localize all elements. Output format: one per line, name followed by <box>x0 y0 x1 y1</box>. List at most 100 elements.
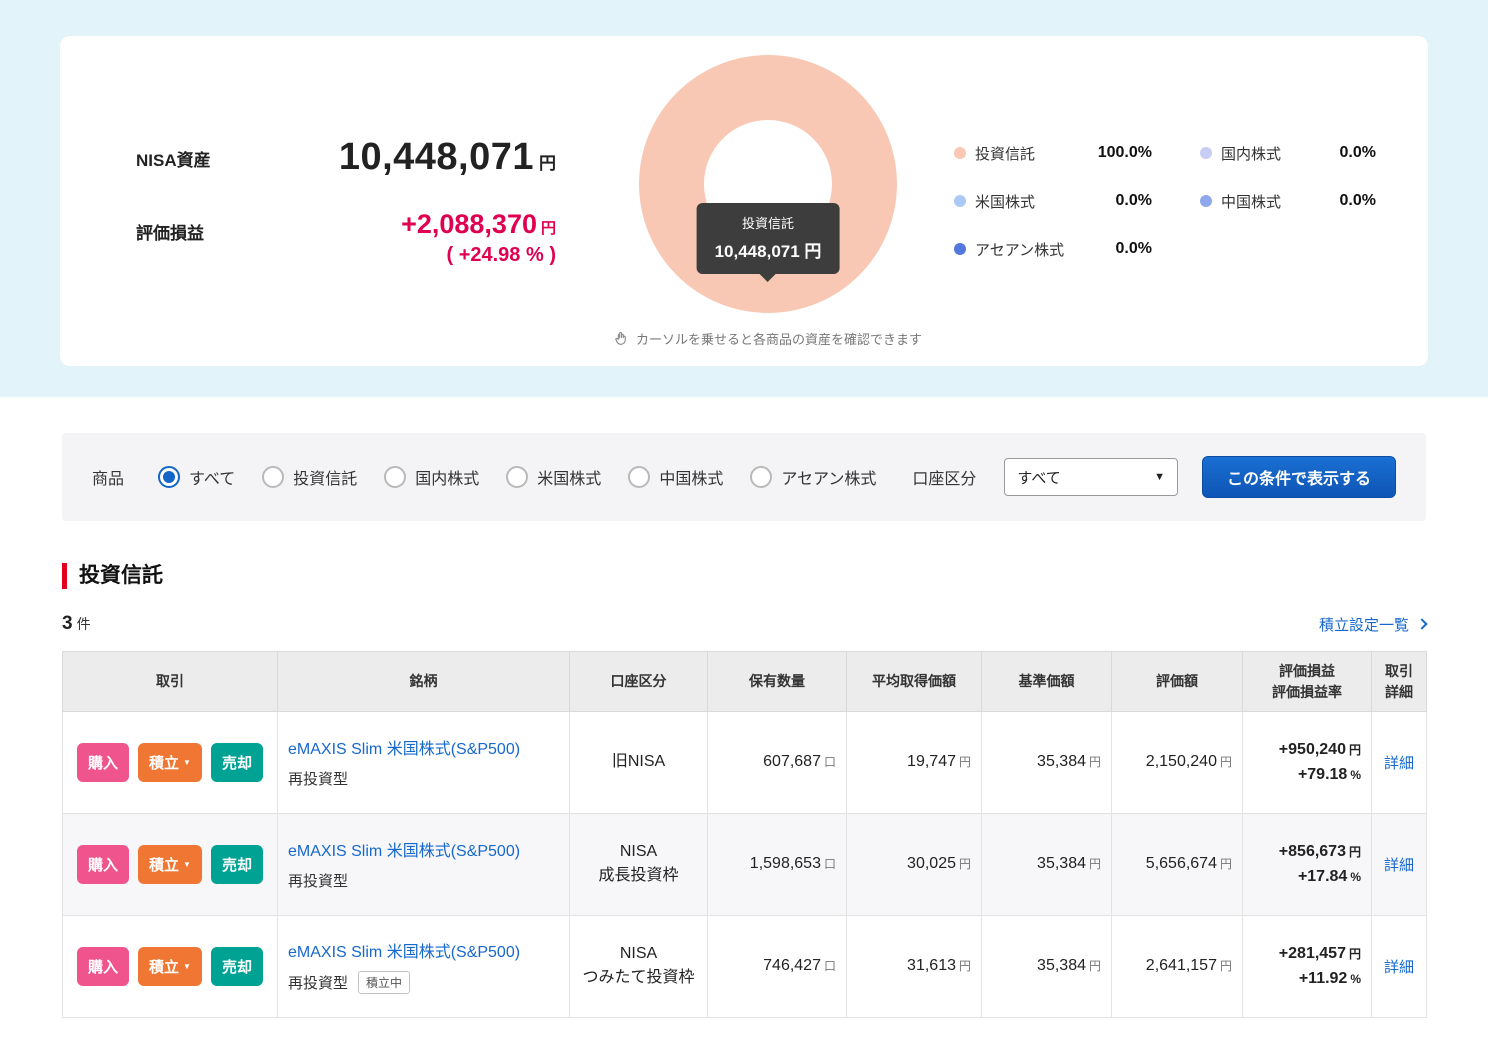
legend-value: 0.0% <box>1116 240 1152 258</box>
avg-price-value: 31,613 <box>907 957 956 974</box>
fund-name-cell: eMAXIS Slim 米国株式(S&P500) 再投資型 <box>278 813 570 915</box>
pl-cell: +950,240円 +79.18% <box>1243 711 1372 813</box>
radio-icon <box>750 466 772 488</box>
valuation-cell: 2,641,157円 <box>1112 915 1243 1017</box>
buy-button[interactable]: 購入 <box>77 743 129 782</box>
fund-table: 取引 銘柄 口座区分 保有数量 平均取得価額 基準価額 評価額 評価損益 評価損… <box>62 651 1427 1018</box>
valuation-unit: 円 <box>1220 857 1232 871</box>
section-title: 投資信託 <box>62 563 1426 589</box>
avg-price-cell: 30,025円 <box>847 813 982 915</box>
radio-icon <box>158 466 180 488</box>
nav-unit: 円 <box>1089 857 1101 871</box>
accumulate-button-label: 積立 <box>149 956 179 977</box>
radio-icon <box>262 466 284 488</box>
chart-legend: 投資信託 100.0% 国内株式 0.0% 米国株式 0.0% 中国株式 0.0… <box>954 143 1376 260</box>
actions-cell: 購入 積立 ▼ 売却 <box>63 813 278 915</box>
nav-value: 35,384 <box>1037 753 1086 770</box>
donut-chart[interactable]: 投資信託 10,448,071 円 <box>639 55 897 313</box>
asset-amount: 10,448,071 <box>339 136 534 178</box>
pl-yen-unit: 円 <box>1349 845 1361 859</box>
account-type-cell: 旧NISA <box>570 711 708 813</box>
detail-link[interactable]: 詳細 <box>1384 857 1414 874</box>
pl-rate-value: +17.84 <box>1298 868 1347 885</box>
asset-summary: NISA資産 10,448,071円 評価損益 +2,088,370円 ( +2… <box>136 136 556 267</box>
radio-label: アセアン株式 <box>781 465 876 489</box>
valuation-value: 2,641,157 <box>1146 957 1217 974</box>
avg-price-value: 30,025 <box>907 855 956 872</box>
sell-button[interactable]: 売却 <box>211 947 263 986</box>
header-quantity: 保有数量 <box>708 652 847 712</box>
detail-link[interactable]: 詳細 <box>1384 959 1414 976</box>
product-radio-option[interactable]: 国内株式 <box>384 465 479 489</box>
caret-down-icon: ▼ <box>183 860 191 869</box>
pl-cell: +281,457円 +11.92% <box>1243 915 1372 1017</box>
result-count-unit: 件 <box>77 614 91 634</box>
buy-button[interactable]: 購入 <box>77 845 129 884</box>
buy-button[interactable]: 購入 <box>77 947 129 986</box>
fund-name-cell: eMAXIS Slim 米国株式(S&P500) 再投資型 積立中 <box>278 915 570 1017</box>
legend-label: 米国株式 <box>975 191 1035 212</box>
legend-dot-icon <box>1200 195 1212 207</box>
quantity-cell: 607,687口 <box>708 711 847 813</box>
fund-name-link[interactable]: eMAXIS Slim 米国株式(S&P500) <box>288 741 520 758</box>
sell-button[interactable]: 売却 <box>211 845 263 884</box>
quantity-unit: 口 <box>824 755 836 769</box>
radio-label: 国内株式 <box>415 465 479 489</box>
caret-down-icon: ▼ <box>183 758 191 767</box>
radio-icon <box>384 466 406 488</box>
accumulation-settings-label: 積立設定一覧 <box>1319 614 1409 635</box>
fund-name-link[interactable]: eMAXIS Slim 米国株式(S&P500) <box>288 843 520 860</box>
apply-filter-button[interactable]: この条件で表示する <box>1202 456 1396 498</box>
quantity-unit: 口 <box>824 857 836 871</box>
quantity-value: 1,598,653 <box>750 855 821 872</box>
asset-value: 10,448,071円 <box>247 136 556 179</box>
sell-button[interactable]: 売却 <box>211 743 263 782</box>
pl-rate-value: +79.18 <box>1298 766 1347 783</box>
accumulate-button[interactable]: 積立 ▼ <box>138 845 202 884</box>
pl-value: +950,240 <box>1279 741 1346 758</box>
accumulation-settings-link[interactable]: 積立設定一覧 <box>1319 614 1426 635</box>
accumulate-button[interactable]: 積立 ▼ <box>138 947 202 986</box>
fund-name-link[interactable]: eMAXIS Slim 米国株式(S&P500) <box>288 944 520 961</box>
product-radio-option[interactable]: 投資信託 <box>262 465 357 489</box>
legend-item: 国内株式 0.0% <box>1200 143 1376 164</box>
pl-percent-unit: % <box>1350 768 1361 782</box>
accumulate-button[interactable]: 積立 ▼ <box>138 743 202 782</box>
product-radio-option[interactable]: 米国株式 <box>506 465 601 489</box>
valuation-unit: 円 <box>1220 755 1232 769</box>
pl-percent-unit: % <box>1350 972 1361 986</box>
product-radio-option[interactable]: アセアン株式 <box>750 465 876 489</box>
legend-item: 中国株式 0.0% <box>1200 191 1376 212</box>
detail-cell: 詳細 <box>1372 813 1427 915</box>
legend-value: 0.0% <box>1340 144 1376 162</box>
tooltip-label: 投資信託 <box>715 213 822 232</box>
header-fund-name: 銘柄 <box>278 652 570 712</box>
pl-rate-value: +11.92 <box>1299 970 1348 987</box>
product-radio-option[interactable]: すべて <box>158 465 235 489</box>
account-type-cell: NISA 成長投資枠 <box>570 813 708 915</box>
quantity-cell: 746,427口 <box>708 915 847 1017</box>
account-type-select[interactable]: すべて ▼ <box>1004 458 1178 496</box>
fund-type: 再投資型 <box>288 870 348 891</box>
pl-value: +856,673 <box>1279 843 1346 860</box>
quantity-value: 607,687 <box>763 753 821 770</box>
detail-link[interactable]: 詳細 <box>1384 755 1414 772</box>
legend-value: 0.0% <box>1340 192 1376 210</box>
hint-text: カーソルを乗せると各商品の資産を確認できます <box>636 329 922 348</box>
legend-value: 0.0% <box>1116 192 1152 210</box>
valuation-unit: 円 <box>1220 959 1232 973</box>
header-value: 評価額 <box>1112 652 1243 712</box>
avg-price-unit: 円 <box>959 959 971 973</box>
nav-value: 35,384 <box>1037 957 1086 974</box>
radio-label: 投資信託 <box>293 465 357 489</box>
table-header-row: 取引 銘柄 口座区分 保有数量 平均取得価額 基準価額 評価額 評価損益 評価損… <box>63 652 1427 712</box>
header-pl: 評価損益 評価損益率 <box>1243 652 1372 712</box>
pl-label: 評価損益 <box>136 209 211 267</box>
valuation-cell: 5,656,674円 <box>1112 813 1243 915</box>
valuation-cell: 2,150,240円 <box>1112 711 1243 813</box>
header-detail: 取引 詳細 <box>1372 652 1427 712</box>
filter-bar: 商品 すべて 投資信託 国内株式 米国株式 中国株式 アセアン株式 口座区分 す… <box>62 433 1426 521</box>
product-radio-option[interactable]: 中国株式 <box>628 465 723 489</box>
header-avg-price: 平均取得価額 <box>847 652 982 712</box>
pl-value-block: +2,088,370円 ( +24.98 % ) <box>247 209 556 267</box>
